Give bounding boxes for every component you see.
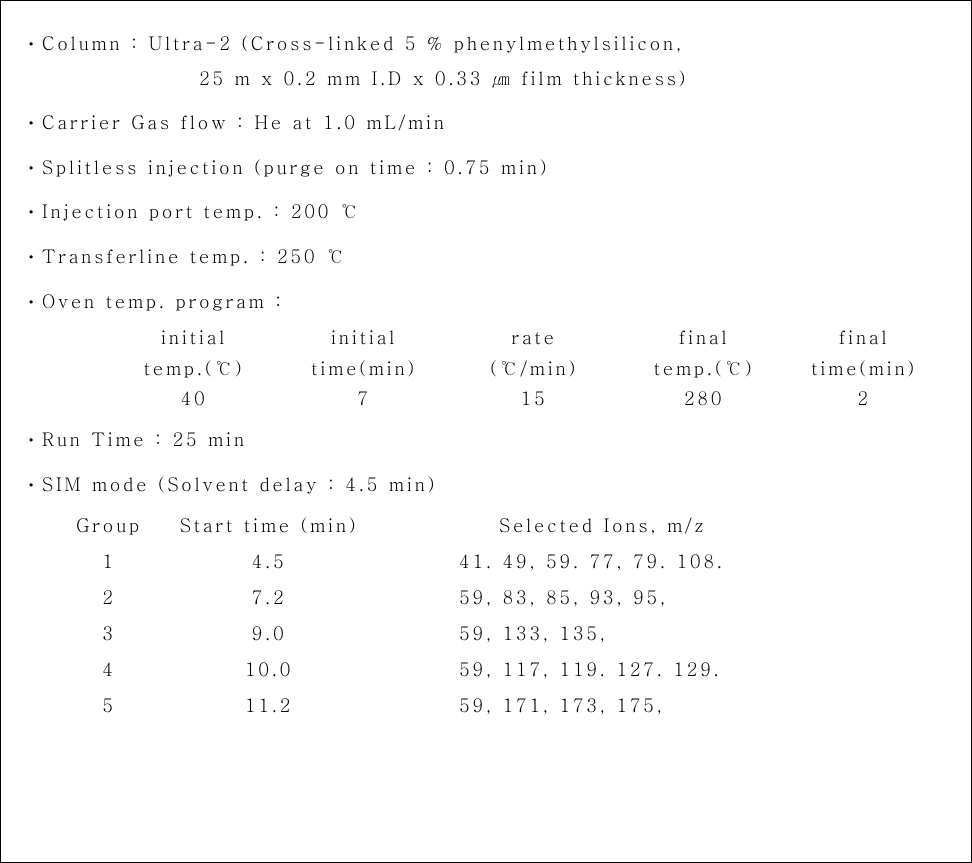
oven-header-row-1: initial initial rate final final xyxy=(109,323,943,354)
sim-header-group: Group xyxy=(59,508,159,544)
oven-header-row-2: temp.(℃) time(min) (℃/min) temp.(℃) time… xyxy=(109,354,943,385)
sim-row: 5 11.2 59, 171, 173, 175, xyxy=(59,688,943,724)
sim-ions: 59, 83, 85, 93, 95, xyxy=(459,580,943,616)
bullet-icon: • xyxy=(29,475,36,495)
splitless-text: Splitless injection (purge on time : 0.7… xyxy=(42,153,549,184)
carrier-line: • Carrier Gas flow : He at 1.0 mL/min xyxy=(29,108,943,139)
bullet-icon: • xyxy=(29,292,36,312)
transferline-label: Transferline temp. : xyxy=(42,242,268,273)
transferline-value: 250 ℃ xyxy=(277,242,347,273)
bullet-icon: • xyxy=(29,247,36,267)
oven-line: • Oven temp. program : xyxy=(29,287,943,318)
sim-row: 2 7.2 59, 83, 85, 93, 95, xyxy=(59,580,943,616)
sim-label: SIM mode (Solvent delay : 4.5 min) xyxy=(42,470,437,501)
sim-group: 5 xyxy=(59,688,159,724)
column-value-2: 25 m x 0.2 mm I.D x 0.33 ㎛ film thicknes… xyxy=(199,64,943,95)
column-label: Column : xyxy=(42,29,140,60)
sim-start: 9.0 xyxy=(159,616,379,652)
sim-start: 10.0 xyxy=(159,652,379,688)
sim-table: Group Start time (min) Selected Ions, m/… xyxy=(59,508,943,724)
oven-h2-c3: (℃/min) xyxy=(449,354,619,385)
oven-v-c2: 7 xyxy=(279,384,449,415)
runtime-label: Run Time : xyxy=(42,425,164,456)
oven-label: Oven temp. program : xyxy=(42,287,284,318)
injection-port-line: • Injection port temp. : 200 ℃ xyxy=(29,197,943,228)
runtime-value: 25 min xyxy=(172,425,246,456)
sim-ions: 59, 117, 119. 127. 129. xyxy=(459,652,943,688)
oven-h2-c1: temp.(℃) xyxy=(109,354,279,385)
oven-value-row: 40 7 15 280 2 xyxy=(109,384,943,415)
oven-h1-c4: final xyxy=(619,323,789,354)
oven-h2-c4: temp.(℃) xyxy=(619,354,789,385)
carrier-label: Carrier Gas flow : xyxy=(42,108,246,139)
injection-port-value: 200 ℃ xyxy=(291,197,361,228)
sim-ions: 41. 49, 59. 77, 79. 108. xyxy=(459,544,943,580)
carrier-value: He at 1.0 mL/min xyxy=(254,108,446,139)
column-value: Ultra-2 (Cross-linked 5 % phenylmethylsi… xyxy=(148,29,683,60)
sim-group: 2 xyxy=(59,580,159,616)
oven-v-c5: 2 xyxy=(789,384,939,415)
oven-h2-c2: time(min) xyxy=(279,354,449,385)
oven-h1-c2: initial xyxy=(279,323,449,354)
oven-h2-c5: time(min) xyxy=(789,354,939,385)
oven-h1-c5: final xyxy=(789,323,939,354)
sim-start: 11.2 xyxy=(159,688,379,724)
sim-start: 7.2 xyxy=(159,580,379,616)
runtime-line: • Run Time : 25 min xyxy=(29,425,943,456)
oven-h1-c3: rate xyxy=(449,323,619,354)
sim-ions: 59, 133, 135, xyxy=(459,616,943,652)
sim-row: 3 9.0 59, 133, 135, xyxy=(59,616,943,652)
bullet-icon: • xyxy=(29,34,36,54)
bullet-icon: • xyxy=(29,202,36,222)
sim-group: 1 xyxy=(59,544,159,580)
sim-start: 4.5 xyxy=(159,544,379,580)
oven-table: initial initial rate final final temp.(℃… xyxy=(109,323,943,415)
document-page: • Column : Ultra-2 (Cross-linked 5 % phe… xyxy=(0,0,972,863)
sim-row: 1 4.5 41. 49, 59. 77, 79. 108. xyxy=(59,544,943,580)
sim-header-ions: Selected Ions, m/z xyxy=(459,508,943,544)
sim-group: 4 xyxy=(59,652,159,688)
splitless-line: • Splitless injection (purge on time : 0… xyxy=(29,153,943,184)
bullet-icon: • xyxy=(29,158,36,178)
oven-v-c3: 15 xyxy=(449,384,619,415)
sim-header-start: Start time (min) xyxy=(159,508,379,544)
sim-ions: 59, 171, 173, 175, xyxy=(459,688,943,724)
injection-port-label: Injection port temp. : xyxy=(42,197,282,228)
sim-line: • SIM mode (Solvent delay : 4.5 min) xyxy=(29,470,943,501)
bullet-icon: • xyxy=(29,113,36,133)
bullet-icon: • xyxy=(29,430,36,450)
oven-v-c1: 40 xyxy=(109,384,279,415)
sim-row: 4 10.0 59, 117, 119. 127. 129. xyxy=(59,652,943,688)
oven-v-c4: 280 xyxy=(619,384,789,415)
transferline-line: • Transferline temp. : 250 ℃ xyxy=(29,242,943,273)
sim-header-row: Group Start time (min) Selected Ions, m/… xyxy=(59,508,943,544)
column-line: • Column : Ultra-2 (Cross-linked 5 % phe… xyxy=(29,29,943,60)
sim-group: 3 xyxy=(59,616,159,652)
oven-h1-c1: initial xyxy=(109,323,279,354)
